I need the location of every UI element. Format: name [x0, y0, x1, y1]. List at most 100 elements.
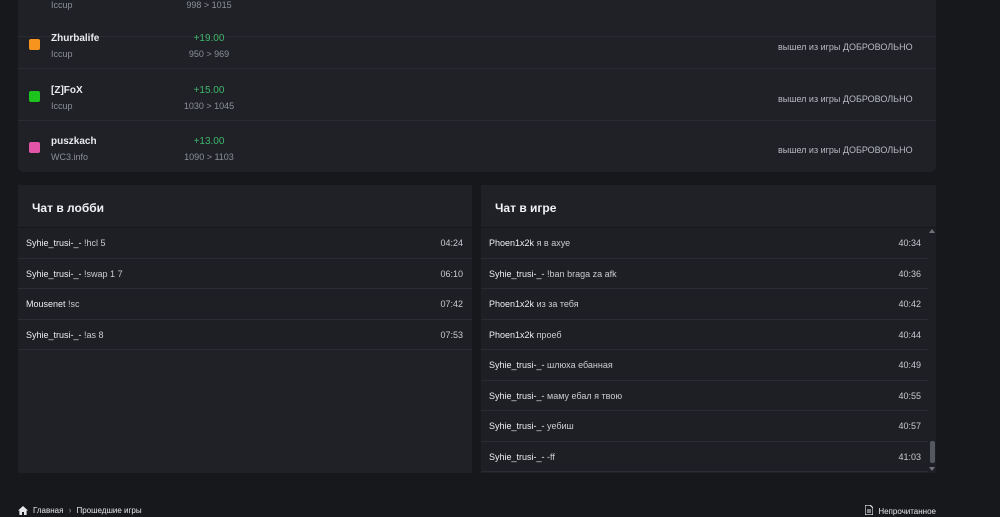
player-row: [Z]FoX Iccup +15.00 1030 > 1045 вышел из… — [18, 70, 936, 121]
unread-label: Непрочитанное — [878, 506, 936, 516]
chat-message: Syhie_trusi-_- -ff — [489, 452, 555, 462]
chat-time: 40:34 — [898, 238, 921, 248]
chat-time: 07:42 — [440, 299, 463, 309]
chat-message-row: Mousenet !sc 07:42 — [18, 289, 472, 320]
chat-author[interactable]: Syhie_trusi-_- — [26, 238, 82, 248]
lobby-chat-panel: Чат в лобби Syhie_trusi-_- !hcl 5 04:24 Sy… — [18, 185, 472, 473]
game-chat-list[interactable]: Phoen1x2k я в ахуе 40:34 Syhie_trusi-_- !b… — [481, 228, 928, 472]
chat-text: !ban braga za afk — [547, 268, 617, 279]
chat-time: 41:03 — [898, 451, 921, 462]
chat-author[interactable]: Phoen1x2k — [489, 299, 534, 309]
unread-link[interactable]: Непрочитанное — [864, 504, 936, 517]
chat-text: шлюха ебанная — [547, 360, 613, 370]
chat-author[interactable]: Phoen1x2k — [489, 330, 534, 340]
chat-time: 04:24 — [440, 238, 463, 248]
player-rating-delta: +19.00 — [193, 33, 225, 44]
chat-message: Syhie_trusi-_- !hcl 5 — [26, 238, 106, 248]
chat-author[interactable]: Syhie_trusi-_- — [489, 421, 545, 431]
player-server: WC3.info — [51, 152, 89, 162]
chat-message: Syhie_trusi-_- !as 8 — [26, 330, 104, 340]
player-status: вышел из игры ДОБРОВОЛЬНО — [778, 145, 913, 155]
chat-author[interactable]: Syhie_trusi-_- — [489, 269, 545, 279]
chat-author[interactable]: Phoen1x2k — [489, 238, 534, 248]
game-chat-title: Чат в игре — [481, 185, 936, 228]
home-icon[interactable] — [18, 505, 28, 515]
chat-time: 40:55 — [898, 390, 921, 401]
chat-message-row: Phoen1x2k из за тебя 40:42 — [481, 289, 928, 320]
chat-author[interactable]: Syhie_trusi-_- — [489, 391, 545, 401]
chat-time: 40:49 — [898, 360, 921, 370]
chat-message: Mousenet !sc — [26, 299, 80, 309]
scroll-thumb[interactable] — [930, 441, 935, 463]
player-name[interactable]: [Z]FoX — [51, 85, 83, 96]
player-name[interactable]: puszkach — [51, 136, 97, 147]
chat-message: Syhie_trusi-_- шлюха ебанная — [489, 360, 613, 370]
chat-message-row: Syhie_trusi-_- шлюха ебанная 40:49 — [481, 350, 928, 381]
chat-message-row: Syhie_trusi-_- -ff 41:03 — [481, 441, 928, 472]
chat-message-row: Syhie_trusi-_- !ban braga za afk 40:36 — [481, 258, 928, 289]
chat-message-row: Syhie_trusi-_- !as 8 07:53 — [18, 319, 472, 350]
player-rating-range: 1030 > 1045 — [183, 101, 235, 111]
chat-message: Syhie_trusi-_- маму ебал я твою — [489, 391, 622, 401]
player-rating-range: 950 > 969 — [188, 49, 230, 59]
chat-message: Phoen1x2k проеб — [489, 330, 562, 340]
chat-message-row: Phoen1x2k я в ахуе 40:34 — [481, 228, 928, 259]
chat-time: 40:42 — [898, 299, 921, 309]
chat-message: Syhie_trusi-_- !swap 1 7 — [26, 269, 123, 279]
chat-text: уебиш — [547, 421, 574, 431]
player-rating-delta: +13.00 — [193, 136, 225, 147]
chat-text: !sc — [68, 299, 80, 309]
player-rating-range: 998 > 1015 — [186, 0, 232, 10]
player-server: Iccup — [51, 49, 73, 59]
chat-message-row: Syhie_trusi-_- !hcl 5 04:24 — [18, 228, 472, 259]
player-row: puszkach WC3.info +13.00 1090 > 1103 выш… — [18, 121, 936, 172]
chat-author[interactable]: Syhie_trusi-_- — [489, 452, 545, 462]
scroll-up-arrow-icon[interactable] — [929, 229, 935, 233]
chat-message: Syhie_trusi-_- уебиш — [489, 421, 574, 431]
chat-message: Phoen1x2k я в ахуе — [489, 238, 570, 248]
player-server: Iccup — [51, 0, 73, 10]
lobby-chat-list: Syhie_trusi-_- !hcl 5 04:24 Syhie_trusi-_-… — [18, 228, 472, 350]
chat-text: !swap 1 7 — [84, 268, 123, 279]
chat-text: !as 8 — [84, 329, 104, 340]
player-color-swatch — [29, 91, 40, 102]
chat-time: 07:53 — [440, 329, 463, 340]
chat-author[interactable]: Syhie_trusi-_- — [489, 360, 545, 370]
player-color-swatch — [29, 39, 40, 50]
chat-author[interactable]: Mousenet — [26, 299, 66, 309]
players-list: Iccup 998 > 1015 Zhurbalife Iccup +19.00… — [18, 0, 936, 172]
chat-time: 40:36 — [898, 268, 921, 279]
player-server: Iccup — [51, 101, 73, 111]
lobby-chat-title: Чат в лобби — [18, 185, 472, 228]
player-row: Zhurbalife Iccup +19.00 950 > 969 вышел … — [18, 18, 936, 69]
chat-text: маму ебал я твою — [547, 390, 623, 401]
player-name[interactable]: Zhurbalife — [51, 33, 99, 44]
chat-time: 40:44 — [898, 329, 921, 340]
document-icon — [864, 504, 874, 517]
chat-text: я в ахуе — [536, 238, 571, 248]
chat-text: !hcl 5 — [84, 238, 106, 248]
chat-message-row: Syhie_trusi-_- маму ебал я твою 40:55 — [481, 380, 928, 411]
chat-text: проеб — [536, 329, 562, 340]
player-rating-range: 1090 > 1103 — [184, 152, 234, 162]
chat-message: Syhie_trusi-_- !ban braga za afk — [489, 269, 617, 279]
game-chat-panel: Чат в игре Phoen1x2k я в ахуе 40:34 Syhie_… — [481, 185, 936, 473]
game-chat-scrollbar[interactable] — [928, 228, 936, 473]
chat-author[interactable]: Syhie_trusi-_- — [26, 330, 82, 340]
player-status: вышел из игры ДОБРОВОЛЬНО — [778, 42, 913, 52]
player-rating-delta: +15.00 — [193, 85, 225, 96]
chat-message-row: Syhie_trusi-_- !swap 1 7 06:10 — [18, 258, 472, 289]
chat-message-row: Phoen1x2k проеб 40:44 — [481, 319, 928, 350]
breadcrumb-item-past-games[interactable]: Прошедшие игры — [76, 506, 141, 515]
chat-text: -ff — [547, 451, 555, 462]
chat-time: 40:57 — [898, 421, 921, 431]
scroll-down-arrow-icon[interactable] — [929, 467, 935, 471]
player-status: вышел из игры ДОБРОВОЛЬНО — [778, 94, 913, 104]
chat-time: 06:10 — [440, 268, 463, 279]
chat-message: Phoen1x2k из за тебя — [489, 299, 579, 309]
chat-message-row: Syhie_trusi-_- уебиш 40:57 — [481, 411, 928, 442]
chat-text: из за тебя — [536, 299, 579, 309]
breadcrumb-item-home[interactable]: Главная — [33, 506, 63, 515]
player-color-swatch — [29, 142, 40, 153]
chat-author[interactable]: Syhie_trusi-_- — [26, 269, 82, 279]
